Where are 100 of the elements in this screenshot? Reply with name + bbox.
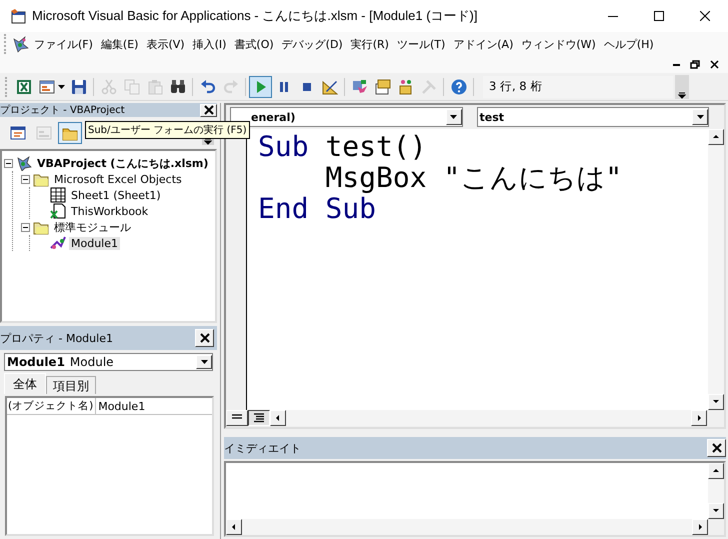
tools-icon [420,78,436,94]
dropdown-button[interactable] [446,109,462,125]
scroll-up-button[interactable] [708,129,724,145]
arrow-up-icon [712,133,720,141]
menu-item[interactable]: 表示(V) [142,34,189,54]
arrow-left-icon [230,523,238,531]
procedure-view-button[interactable] [226,410,248,426]
close-button[interactable] [195,329,214,347]
horizontal-scrollbar[interactable] [270,410,707,426]
code-line: Sub test() [258,131,428,162]
help-icon [450,78,466,94]
menu-item[interactable]: ヘルプ(H) [600,34,658,54]
dropdown-value: test [478,110,504,124]
scissors-icon [100,78,116,94]
ruler-pencil-icon [322,78,338,94]
arrow-right-icon [696,523,704,531]
chevron-icon [204,137,212,145]
collapse-toggle[interactable] [21,222,30,232]
menu-item[interactable]: 編集(E) [96,34,142,54]
redo-icon [222,78,238,94]
scroll-down-button[interactable] [708,394,724,410]
minimize-icon [673,64,680,66]
close-icon [712,443,722,453]
vba-icon [12,35,30,53]
dropdown-button[interactable] [58,84,67,88]
toolbar-options-button[interactable] [675,74,689,98]
form-icon [38,78,54,94]
tree-item[interactable]: 標準モジュール [52,220,133,234]
vba-project-icon [16,155,32,171]
vertical-scrollbar[interactable] [708,129,724,410]
property-name: (オブジェクト名) [7,398,96,414]
workbook-icon [50,203,66,219]
scroll-right-button[interactable] [691,410,707,426]
dropdown-button[interactable] [692,109,708,125]
close-icon [710,60,719,69]
form-window-icon [36,125,52,141]
chevron-icon [678,90,686,98]
code-line: MsgBox "こんにちは" [324,162,624,193]
property-sheet-icon [374,78,390,94]
tab[interactable]: 全体 [4,373,46,394]
close-button[interactable] [200,104,217,116]
vertical-scrollbar[interactable] [708,463,724,519]
object-type: Module [70,355,114,369]
dropdown-value: eneral) [250,110,296,124]
copy-icon [124,78,140,94]
tree-item[interactable]: ThisWorkbook [69,204,150,218]
minus-icon [21,174,30,184]
minus-icon [4,158,13,168]
collapse-toggle[interactable] [4,158,13,168]
worksheet-icon [50,187,66,203]
close-icon [700,11,710,21]
procedure-dropdown[interactable]: test [476,107,709,127]
menu-item[interactable]: ウィンドウ(W) [517,34,600,54]
scroll-left-button[interactable] [270,410,286,426]
tree-item[interactable]: Microsoft Excel Objects [52,172,184,186]
caret-icon [58,84,65,88]
code-editor[interactable]: Sub test() MsgBox "こんにちは" End Sub [247,129,708,410]
scroll-up-button[interactable] [708,463,724,479]
collapse-toggle[interactable] [21,174,30,184]
immediate-input-area[interactable] [226,463,708,519]
tab[interactable]: 項目別 [46,376,96,394]
tree-item[interactable]: Module1 [69,236,120,250]
cursor-position: 3 行, 8 桁 [483,76,673,98]
dropdown-button[interactable] [196,355,212,369]
caret-icon [450,115,457,119]
run-button[interactable] [249,76,272,98]
property-value[interactable]: Module1 [96,400,146,412]
menu-item[interactable]: 挿入(I) [188,34,230,54]
panel-title: イミディエイト [224,440,301,456]
menu-item[interactable]: ファイル(F) [30,34,97,54]
menu-item[interactable]: 書式(O) [230,34,278,54]
scroll-right-button[interactable] [692,519,708,535]
object-dropdown[interactable]: Module1 Module [4,353,213,371]
menu-item[interactable]: アドイン(A) [449,34,518,54]
save-icon [70,78,86,94]
module-view-button[interactable] [248,410,270,426]
panel-title: プロジェクト - VBAProject [0,104,125,117]
tree-item[interactable]: Sheet1 (Sheet1) [69,188,163,202]
clipboard-icon [146,78,162,94]
tree-item[interactable]: VBAProject (こんにちは.xlsm) [35,156,210,170]
excel-icon [16,78,32,94]
document-minimize-button[interactable] [670,64,683,66]
restore-icon [690,60,700,69]
minus-icon [21,222,30,232]
object-name: Module1 [7,355,65,369]
tooltip: Sub/ユーザー フォームの実行 (F5) [85,121,250,139]
close-icon [200,333,210,343]
code-window-icon [10,125,26,141]
close-button[interactable] [707,439,726,457]
toggle-folders-button[interactable] [58,122,82,144]
close-icon [204,105,214,115]
menu-item[interactable]: デバッグ(D) [278,34,347,54]
scroll-down-button[interactable] [708,503,724,519]
binoculars-icon [170,78,186,94]
code-line: End Sub [258,193,376,224]
module-icon [50,235,66,251]
horizontal-scrollbar[interactable] [226,519,708,535]
menu-item[interactable]: ツール(T) [392,34,450,54]
menu-item[interactable]: 実行(R) [346,34,393,54]
scroll-left-button[interactable] [226,519,242,535]
